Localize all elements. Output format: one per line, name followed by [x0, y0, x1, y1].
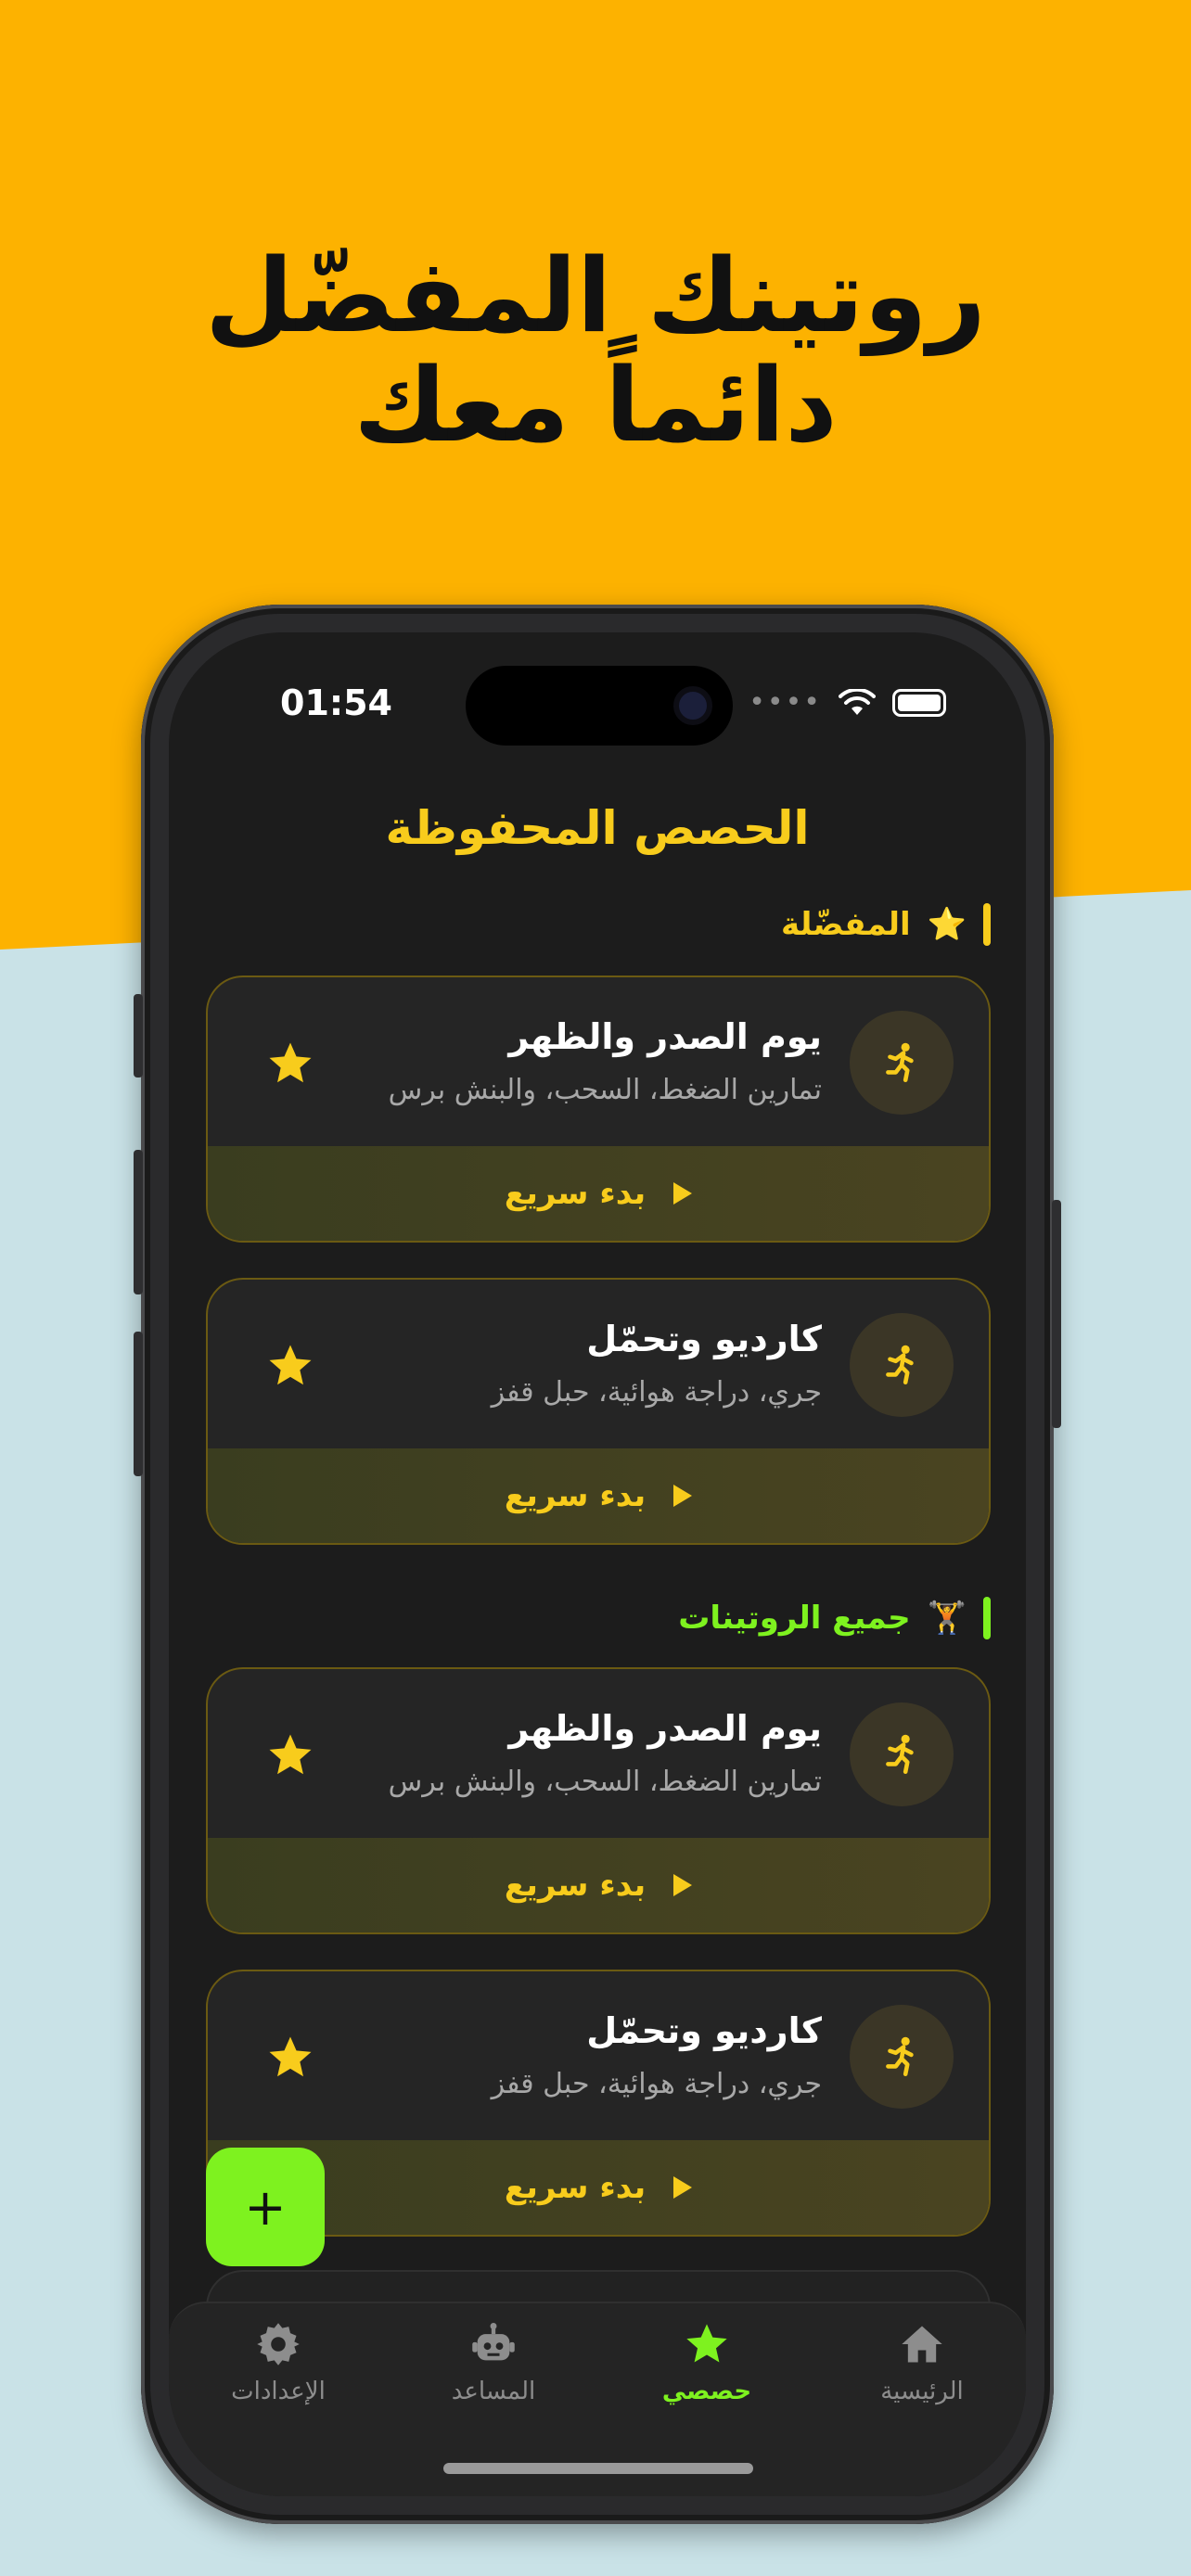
phone-power-button [1052, 1200, 1061, 1428]
routine-card[interactable]: يوم الصدر والظهر تمارين الضغط، السحب، وا… [206, 976, 991, 1243]
card-header[interactable]: كارديو وتحمّل جري، دراجة هوائية، حبل قفز [208, 1280, 989, 1450]
section-all-routines: 🏋️ جميع الروتينات [678, 1597, 991, 1639]
headline: روتينك المفضّل دائماً معك [0, 241, 1191, 460]
card-header[interactable]: يوم الصدر والظهر تمارين الضغط، السحب، وا… [208, 977, 989, 1148]
signal-icon: •••• [749, 686, 822, 719]
favorites-label: المفضّلة [780, 906, 911, 943]
favorite-star-icon[interactable] [265, 1039, 315, 1089]
home-indicator[interactable] [443, 2463, 753, 2474]
tab-home-label: الرئيسية [880, 2378, 964, 2405]
card-subtitle: جري، دراجة هوائية، حبل قفز [491, 2068, 822, 2100]
quick-start-label: بدء سريع [504, 1175, 647, 1212]
card-title: كارديو وتحمّل [586, 1319, 822, 1359]
favorite-star-icon[interactable] [265, 2033, 315, 2083]
tab-my-sessions-label: حصصي [661, 2378, 752, 2405]
add-routine-button[interactable]: + [206, 2148, 325, 2266]
running-icon [850, 1313, 954, 1417]
running-icon [850, 1011, 954, 1115]
card-title: يوم الصدر والظهر [508, 1016, 822, 1057]
tab-settings[interactable]: الإعدادات [186, 2320, 371, 2405]
favorite-star-icon[interactable] [265, 1730, 315, 1780]
play-icon [673, 1182, 693, 1205]
favorites-emoji: ⭐ [927, 906, 967, 943]
status-indicators: •••• [749, 686, 946, 719]
phone-silent-switch [134, 994, 143, 1078]
all-routines-emoji: 🏋️ [927, 1600, 967, 1637]
play-icon [673, 1874, 693, 1896]
section-bar [983, 903, 991, 946]
tab-assistant[interactable]: المساعد [401, 2320, 586, 2405]
all-routines-label: جميع الروتينات [678, 1600, 911, 1637]
card-title: يوم الصدر والظهر [508, 1708, 822, 1749]
status-time: 01:54 [280, 682, 392, 723]
tab-my-sessions[interactable]: حصصي [614, 2320, 800, 2405]
routine-card[interactable]: يوم الصدر والظهر تمارين الضغط، السحب، وا… [206, 1667, 991, 1934]
routine-card[interactable]: كارديو وتحمّل جري، دراجة هوائية، حبل قفز… [206, 1278, 991, 1545]
phone-volume-up [134, 1150, 143, 1294]
quick-start-label: بدء سريع [504, 1477, 647, 1514]
page-title: الحصص المحفوظة [385, 801, 810, 855]
gear-icon [257, 2323, 300, 2366]
play-icon [673, 1485, 693, 1507]
card-subtitle: جري، دراجة هوائية، حبل قفز [491, 1376, 822, 1409]
phone-volume-down [134, 1332, 143, 1476]
running-icon [850, 1702, 954, 1806]
battery-icon [892, 688, 946, 717]
card-title: كارديو وتحمّل [586, 2010, 822, 2051]
tab-settings-label: الإعدادات [231, 2378, 326, 2405]
tab-home[interactable]: الرئيسية [829, 2320, 1015, 2405]
camera-icon [673, 686, 712, 725]
wifi-icon [839, 688, 876, 715]
quick-start-label: بدء سريع [504, 2169, 647, 2206]
quick-start-button[interactable]: بدء سريع [208, 1146, 989, 1241]
quick-start-label: بدء سريع [504, 1867, 647, 1904]
card-subtitle: تمارين الضغط، السحب، والبنش برس [388, 1766, 822, 1798]
phone-screen: 01:54 •••• الحصص المحفوظة ⭐ المفضّلة يوم… [169, 632, 1026, 2496]
headline-line-2: دائماً معك [353, 346, 838, 465]
section-bar [983, 1597, 991, 1639]
robot-icon [472, 2323, 515, 2361]
running-icon [850, 2005, 954, 2109]
dynamic-island [466, 666, 733, 746]
favorite-star-icon[interactable] [265, 1341, 315, 1391]
card-subtitle: تمارين الضغط، السحب، والبنش برس [388, 1074, 822, 1106]
headline-line-1: روتينك المفضّل [204, 236, 987, 355]
quick-start-button[interactable]: بدء سريع [208, 1838, 989, 1932]
tab-assistant-label: المساعد [451, 2378, 536, 2405]
plus-icon: + [244, 2177, 287, 2237]
quick-start-button[interactable]: بدء سريع [208, 2140, 989, 2235]
star-icon [686, 2324, 727, 2363]
section-favorites: ⭐ المفضّلة [781, 903, 991, 946]
card-header[interactable]: كارديو وتحمّل جري، دراجة هوائية، حبل قفز [208, 1971, 989, 2142]
quick-start-button[interactable]: بدء سريع [208, 1448, 989, 1543]
play-icon [673, 2176, 693, 2199]
card-header[interactable]: يوم الصدر والظهر تمارين الضغط، السحب، وا… [208, 1669, 989, 1840]
home-icon [902, 2326, 942, 2363]
